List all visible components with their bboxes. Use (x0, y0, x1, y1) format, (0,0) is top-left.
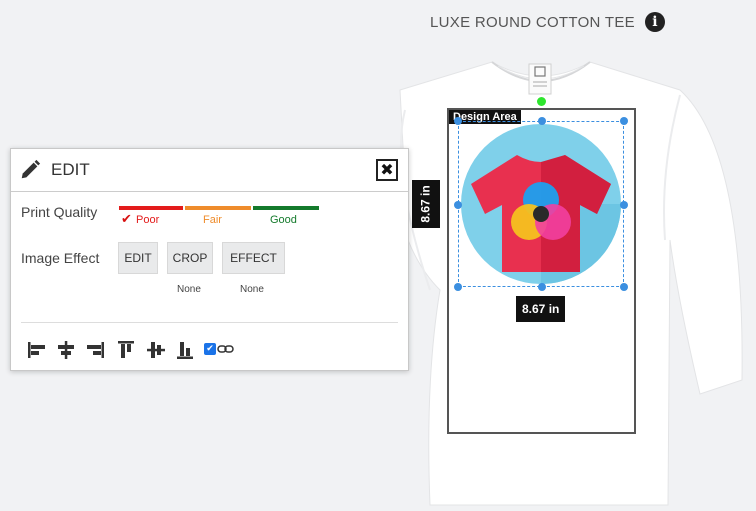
align-bottom-icon[interactable] (174, 339, 196, 361)
pencil-icon (21, 159, 41, 179)
effect-status: None (240, 284, 264, 295)
width-dimension-label: 8.67 in (516, 296, 566, 322)
quality-bar-good (253, 206, 319, 210)
align-right-icon[interactable] (84, 339, 106, 361)
quality-label-poor: Poor (136, 214, 160, 226)
panel-divider (21, 322, 398, 323)
resize-handle-right[interactable] (620, 201, 628, 209)
quality-bar-poor (119, 206, 183, 210)
align-top-icon[interactable] (115, 339, 137, 361)
product-title: LUXE ROUND COTTON TEE (430, 13, 635, 31)
quality-label-fair: Fair (203, 214, 222, 226)
height-dimension-label: 8.67 in (412, 180, 440, 228)
crop-status: None (177, 284, 201, 295)
lock-check-icon: ✔ (206, 344, 214, 354)
resize-handle-top-left[interactable] (454, 117, 462, 125)
image-effect-label: Image Effect (21, 250, 100, 266)
crop-button[interactable]: CROP (167, 242, 213, 274)
resize-handle-top-right[interactable] (620, 117, 628, 125)
height-dimension-text: 8.67 in (419, 185, 434, 223)
effect-button[interactable]: EFFECT (222, 242, 285, 274)
close-button[interactable]: ✖ (376, 159, 398, 181)
check-icon: ✔ (121, 212, 132, 227)
link-icon (217, 345, 234, 353)
edit-panel: EDIT ✖ Print Quality ✔ Poor Fair Good Im… (10, 148, 409, 371)
align-left-icon[interactable] (26, 339, 48, 361)
artwork-selection[interactable] (454, 117, 628, 291)
resize-handle-bottom-right[interactable] (620, 283, 628, 291)
resize-handle-bottom[interactable] (538, 283, 546, 291)
lock-ratio-checkbox[interactable]: ✔ (204, 343, 216, 355)
edit-image-button[interactable]: EDIT (118, 242, 158, 274)
resize-handle-top[interactable] (538, 117, 546, 125)
artwork-image (461, 124, 621, 284)
resize-handle-bottom-left[interactable] (454, 283, 462, 291)
rotate-handle[interactable] (537, 97, 546, 106)
align-center-horizontal-icon[interactable] (55, 339, 77, 361)
panel-title: EDIT (51, 160, 90, 179)
align-center-vertical-icon[interactable] (145, 339, 167, 361)
quality-label-good: Good (270, 214, 297, 226)
resize-handle-left[interactable] (454, 201, 462, 209)
panel-header: EDIT (11, 149, 408, 192)
print-quality-label: Print Quality (21, 204, 98, 220)
close-icon: ✖ (380, 160, 394, 179)
info-icon[interactable]: i (644, 12, 665, 32)
quality-bar-fair (185, 206, 251, 210)
product-header: LUXE ROUND COTTON TEE i (430, 12, 665, 32)
